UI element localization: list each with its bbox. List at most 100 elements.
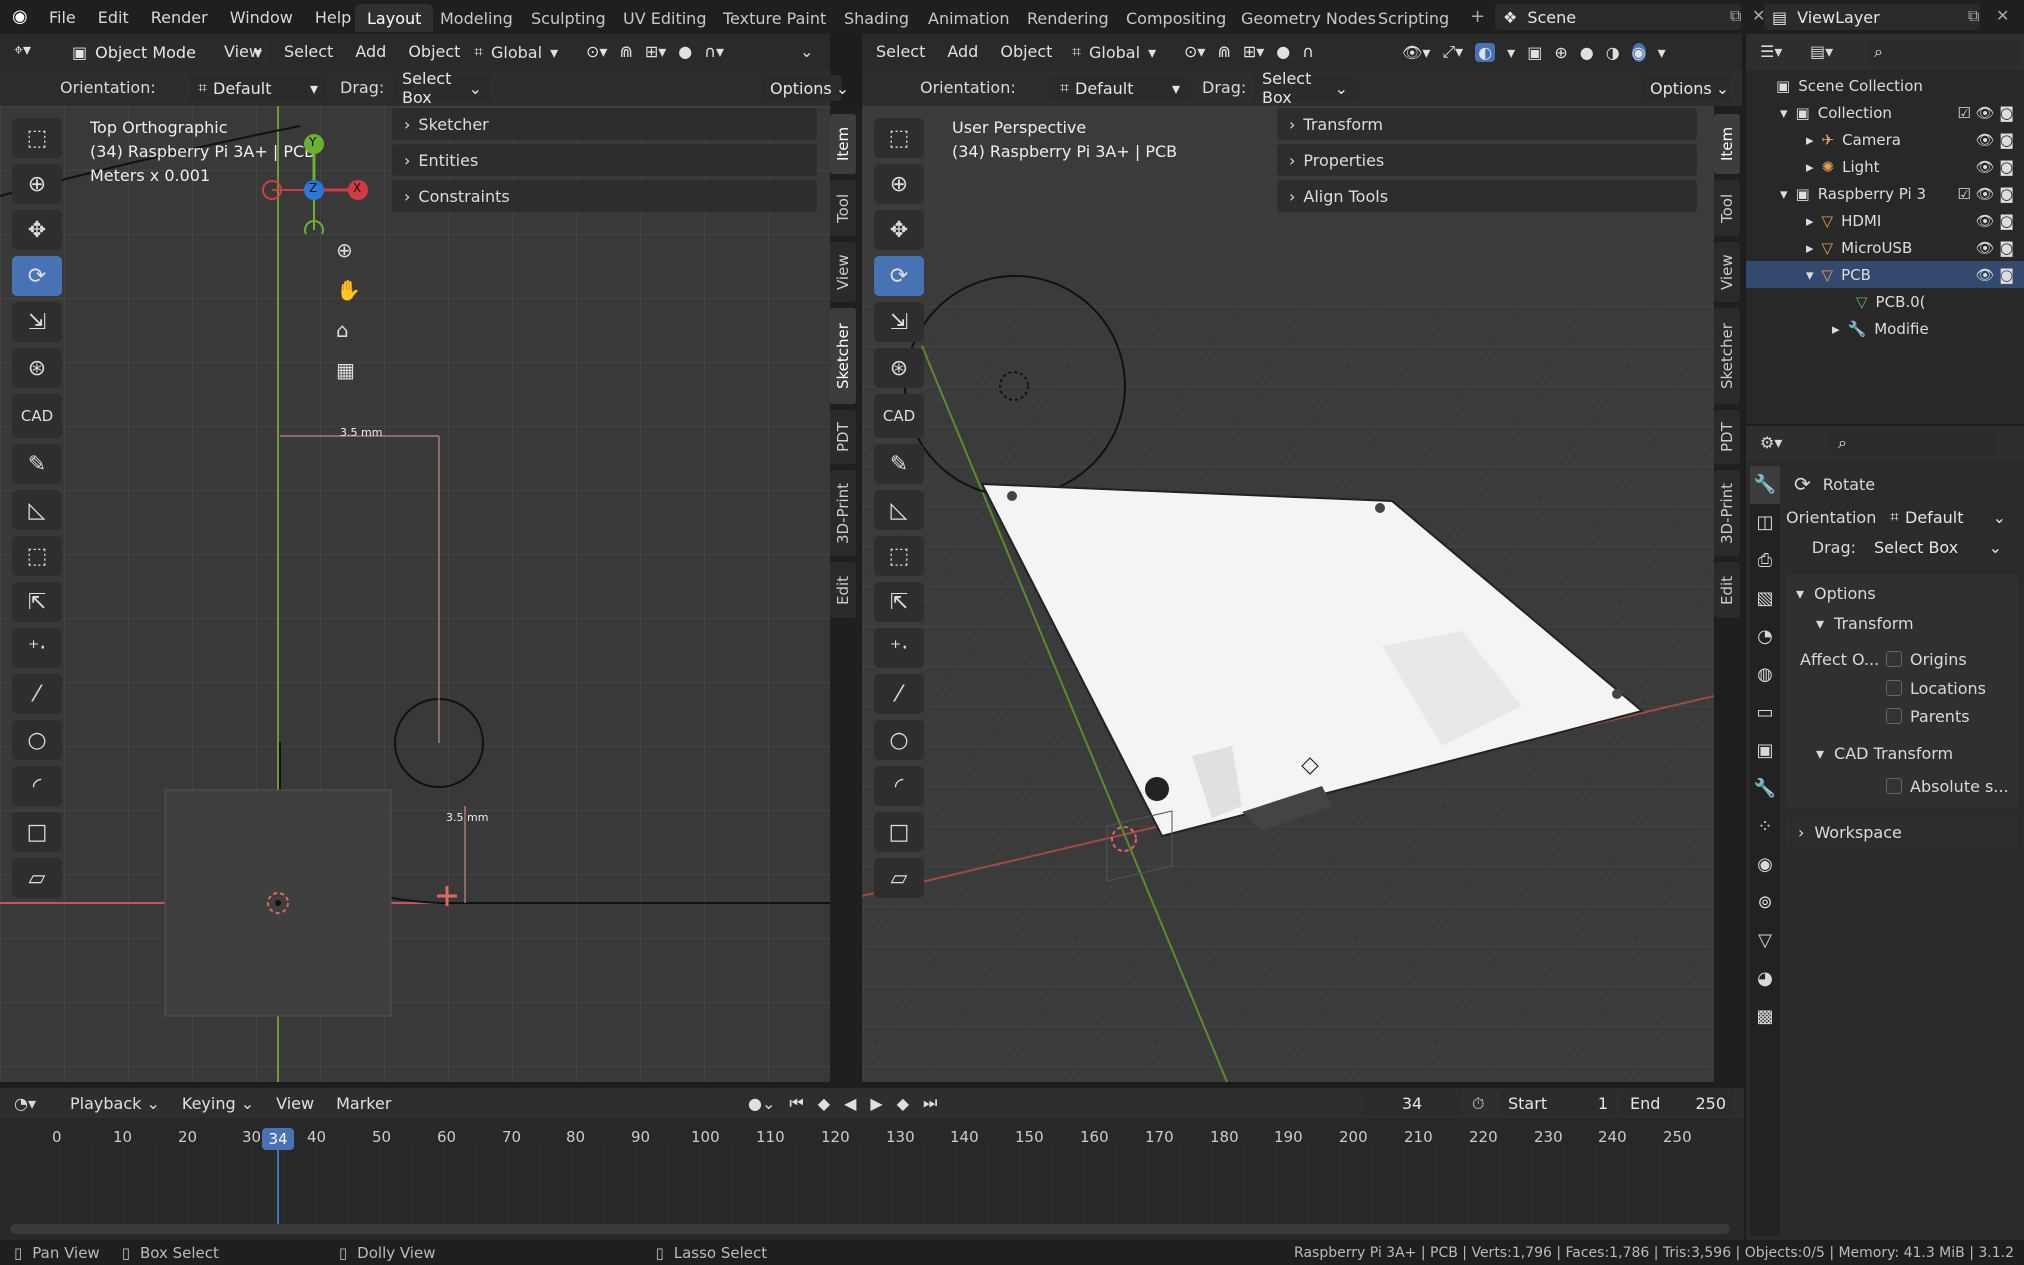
- jump-start-icon[interactable]: ⏮: [789, 1093, 803, 1113]
- render-tab-icon[interactable]: ◫: [1750, 504, 1780, 542]
- camera-view-icon[interactable]: ⌂: [336, 310, 361, 350]
- eye-camera-icon[interactable]: 👁 ◙: [1976, 131, 2014, 149]
- data-tab-icon[interactable]: ▽: [1750, 922, 1780, 960]
- menu-view-timeline[interactable]: View: [276, 1094, 314, 1113]
- rotate-tool-icon[interactable]: ⟳: [12, 256, 62, 296]
- cad-tool-icon[interactable]: CAD: [12, 394, 62, 438]
- tab-tool-right[interactable]: Tool: [1714, 180, 1740, 236]
- workspace-panel-header[interactable]: › Workspace: [1786, 816, 2018, 848]
- add-point-tool-icon[interactable]: ⁺·: [12, 628, 62, 668]
- orientation-dropdown-right[interactable]: ⌗ Default ▾: [1052, 75, 1188, 101]
- options-dropdown[interactable]: Options ⌄: [762, 75, 849, 101]
- jump-end-icon[interactable]: ⏭: [923, 1093, 937, 1113]
- add-workplane-tool-icon[interactable]: ▱: [12, 858, 62, 898]
- material-tab-icon[interactable]: ◕: [1750, 960, 1780, 998]
- tab-pdt-left[interactable]: PDT: [830, 410, 856, 464]
- measure-tool-icon[interactable]: ◺: [874, 490, 924, 530]
- tab-pdt-right[interactable]: PDT: [1714, 410, 1740, 464]
- transform-orientation[interactable]: ⌗ Global ▾: [474, 42, 558, 62]
- add-point-tool-icon[interactable]: ⁺·: [874, 628, 924, 668]
- timeline-scrollbar[interactable]: [10, 1224, 1730, 1234]
- panel-properties[interactable]: › Properties: [1277, 144, 1697, 176]
- absolute-snap-row[interactable]: Absolute s...: [1786, 768, 2018, 804]
- outliner-row[interactable]: ▣ Scene Collection: [1746, 72, 2024, 99]
- menu-file[interactable]: File: [38, 8, 87, 27]
- chevron-right-icon[interactable]: ▸: [1806, 212, 1814, 230]
- hand-pan-icon[interactable]: ✋: [336, 270, 361, 310]
- add-circle-tool-icon[interactable]: ○: [12, 720, 62, 760]
- cursor-tool-icon[interactable]: ⊕: [12, 164, 62, 204]
- menu-view[interactable]: View: [224, 42, 262, 61]
- scale-tool-icon[interactable]: ⇲: [12, 302, 62, 342]
- tab-rendering[interactable]: Rendering: [1015, 4, 1121, 32]
- output-tab-icon[interactable]: ⎙: [1750, 542, 1780, 580]
- chevron-right-icon[interactable]: ▸: [1806, 131, 1814, 149]
- transform-tool-icon[interactable]: ⊛: [12, 348, 62, 388]
- select-box-tool-icon[interactable]: ⬚: [874, 118, 924, 158]
- proportional-icon[interactable]: ●: [1276, 42, 1290, 61]
- shading-wire-icon[interactable]: ⊕: [1554, 43, 1567, 62]
- add-circle-tool-icon[interactable]: ○: [874, 720, 924, 760]
- cad-tool-icon[interactable]: CAD: [874, 394, 924, 438]
- tab-3dprint-left[interactable]: 3D-Print: [830, 470, 856, 556]
- eye-camera-icon[interactable]: 👁 ◙: [1976, 158, 2014, 176]
- snap-icon[interactable]: ⋒: [619, 42, 632, 61]
- timeline-track[interactable]: [60, 1144, 1680, 1226]
- drag-dropdown-props[interactable]: Select Box ⌄: [1866, 534, 2010, 560]
- collection-tab-icon[interactable]: ▭: [1750, 694, 1780, 732]
- shading-material-icon[interactable]: ◑: [1606, 43, 1620, 62]
- new-view-layer-icon[interactable]: ⧉: [1968, 6, 1979, 26]
- tab-uv-editing[interactable]: UV Editing: [611, 4, 718, 32]
- play-icon[interactable]: ▶: [870, 1094, 882, 1113]
- snap-target-icon[interactable]: ⊞▾: [1243, 42, 1264, 61]
- start-frame-field[interactable]: Start 1: [1500, 1090, 1616, 1116]
- menu-marker[interactable]: Marker: [336, 1094, 391, 1113]
- absolute-snap-checkbox[interactable]: [1886, 778, 1902, 794]
- next-keyframe-icon[interactable]: ◆: [897, 1094, 909, 1113]
- drag-dropdown-right[interactable]: Select Box ⌄: [1254, 69, 1356, 107]
- visibility-icon[interactable]: 👁▾: [1402, 43, 1430, 62]
- tab-scripting[interactable]: Scripting: [1366, 4, 1461, 32]
- menu-object-right[interactable]: Object: [1000, 42, 1052, 61]
- ortho-grid-icon[interactable]: ▦: [336, 350, 361, 390]
- transform-subpanel-header[interactable]: ▾ Transform: [1786, 608, 2018, 638]
- left-viewport[interactable]: 3.5 mm 3.5 mm Top Orthographic (34) Rasp…: [0, 106, 830, 1082]
- snap-icon[interactable]: ⋒: [1217, 42, 1230, 61]
- options-dropdown-right[interactable]: Options ⌄: [1642, 75, 1730, 101]
- add-rectangle-tool-icon[interactable]: □: [874, 812, 924, 852]
- menu-add[interactable]: Add: [355, 42, 386, 61]
- prev-keyframe-icon[interactable]: ◆: [818, 1094, 830, 1113]
- outliner-row[interactable]: ▸ ✈ Camera 👁 ◙: [1746, 126, 2024, 153]
- transform-tool-icon[interactable]: ⊛: [874, 348, 924, 388]
- outliner-row[interactable]: ▸ ▽ MicroUSB 👁 ◙: [1746, 234, 2024, 261]
- properties-search[interactable]: ⌕: [1830, 430, 1996, 456]
- move-tool-icon[interactable]: ✥: [12, 210, 62, 250]
- tab-sculpting[interactable]: Sculpting: [519, 4, 618, 32]
- modifier-tab-icon[interactable]: 🔧: [1750, 770, 1780, 808]
- chevron-down-icon[interactable]: ▾: [1780, 104, 1788, 122]
- measure-tool-icon[interactable]: ◺: [12, 490, 62, 530]
- cad-transform-subpanel-header[interactable]: ▾ CAD Transform: [1786, 738, 2018, 768]
- drag-dropdown[interactable]: Select Box ⌄: [394, 69, 490, 107]
- annotate-tool-icon[interactable]: ✎: [12, 444, 62, 484]
- end-frame-field[interactable]: End 250: [1622, 1090, 1734, 1116]
- add-workspace-icon[interactable]: +: [1470, 6, 1485, 27]
- display-mode-icon[interactable]: ▤▾: [1810, 42, 1833, 61]
- add-line-tool-icon[interactable]: ⁄: [12, 674, 62, 714]
- tab-view-right[interactable]: View: [1714, 242, 1740, 302]
- outliner-search[interactable]: ⌕: [1866, 39, 2022, 65]
- add-cube-tool-icon[interactable]: ⬚: [874, 536, 924, 576]
- affect-parents-row[interactable]: Parents: [1786, 702, 2018, 730]
- tab-compositing[interactable]: Compositing: [1114, 4, 1238, 32]
- tab-view-left[interactable]: View: [830, 242, 856, 302]
- right-viewport[interactable]: User Perspective (34) Raspberry Pi 3A+ |…: [862, 106, 1714, 1082]
- menu-help[interactable]: Help: [304, 8, 362, 27]
- checkbox-eye-camera-icon[interactable]: ☑ 👁 ◙: [1957, 185, 2014, 203]
- shading-rendered-icon[interactable]: ◉: [1631, 42, 1646, 62]
- tab-tool-left[interactable]: Tool: [830, 180, 856, 236]
- blender-logo-icon[interactable]: ◉: [12, 6, 34, 28]
- constraints-tab-icon[interactable]: ⊚: [1750, 884, 1780, 922]
- orientation-dropdown-props[interactable]: ⌗ Default ⌄: [1882, 504, 2014, 530]
- view-layer-tab-icon[interactable]: ▧: [1750, 580, 1780, 618]
- panel-align-tools[interactable]: › Align Tools: [1277, 180, 1697, 212]
